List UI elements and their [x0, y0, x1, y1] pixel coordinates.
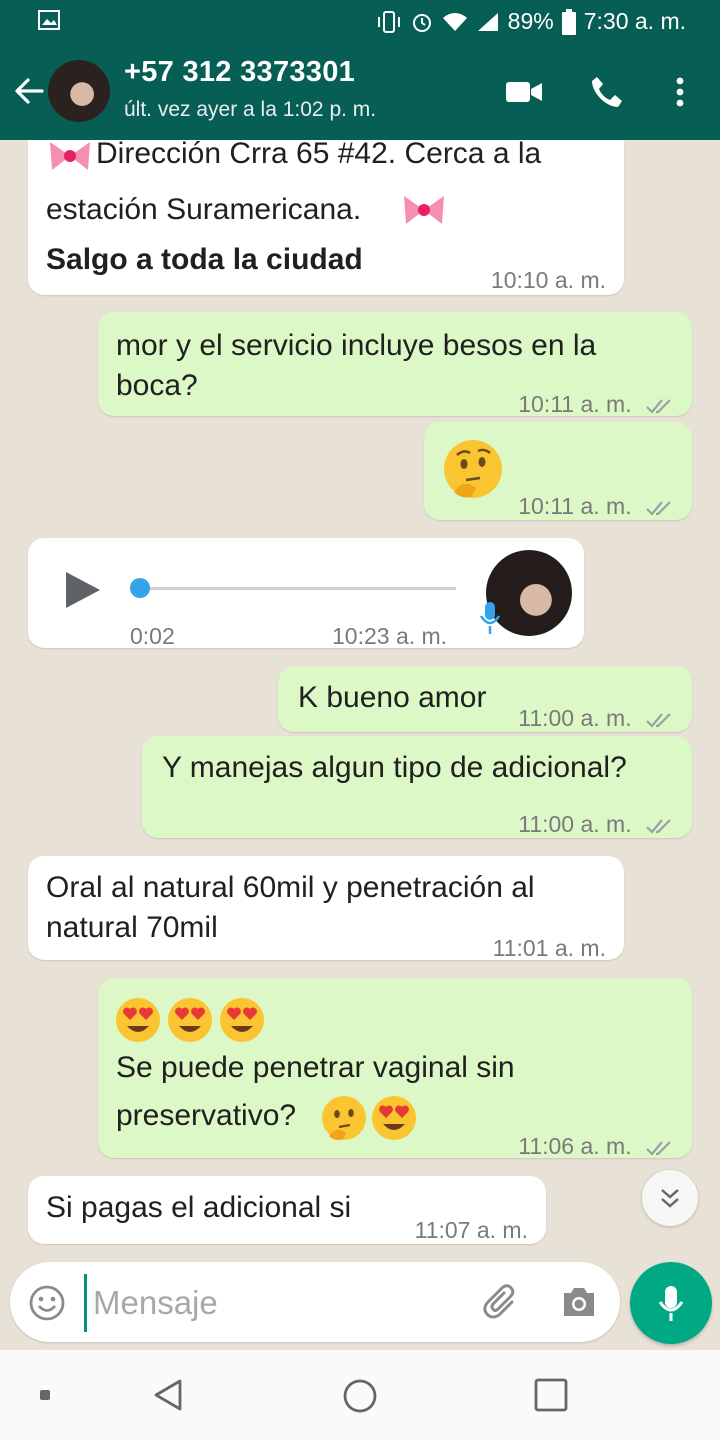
back-arrow-icon[interactable]	[12, 74, 46, 108]
voice-duration: 0:02	[130, 623, 175, 649]
message-text: Se puede penetrar vaginal sin	[116, 1051, 515, 1084]
play-icon[interactable]	[64, 570, 102, 610]
navigation-bar	[0, 1350, 720, 1440]
home-icon[interactable]	[342, 1378, 378, 1414]
battery-percent: 89%	[507, 8, 554, 34]
emoji-row	[114, 996, 266, 1044]
last-seen: últ. vez ayer a la 1:02 p. m.	[124, 98, 377, 121]
message-bubble-incoming[interactable]: Oral al natural 60mil y penetración al n…	[28, 856, 624, 961]
signal-icon	[477, 12, 498, 31]
message-time: 10:11 a. m.	[518, 391, 632, 417]
message-text: Oral al natural 60mil y penetración al	[46, 871, 535, 904]
message-time: 10:10 a. m.	[490, 267, 606, 293]
message-text: Y manejas algun tipo de adicional?	[162, 751, 627, 784]
double-chevron-down-icon	[661, 1189, 679, 1208]
message-text: K bueno amor	[298, 681, 487, 714]
message-bubble-outgoing[interactable]: K bueno amor 11:00 a. m.	[278, 666, 692, 732]
top-bar: 89% 7:30 a. m. +57 312 3373301 últ. vez …	[0, 0, 720, 140]
message-text: Salgo a toda la ciudad	[46, 243, 363, 276]
voice-note-bubble[interactable]: 0:02 10:23 a. m.	[28, 538, 584, 649]
audio-progress-track[interactable]	[138, 587, 456, 590]
attach-icon[interactable]	[482, 1282, 522, 1322]
video-call-icon[interactable]	[504, 72, 544, 112]
message-text: natural 70mil	[46, 911, 218, 944]
chat-header: +57 312 3373301 últ. vez ayer a la 1:02 …	[0, 44, 720, 140]
recents-icon[interactable]	[534, 1378, 568, 1412]
contact-name[interactable]: +57 312 3373301	[124, 56, 355, 89]
mic-icon	[480, 602, 500, 634]
avatar[interactable]	[48, 60, 110, 122]
message-time: 11:00 a. m.	[518, 705, 632, 731]
thinking-face-icon	[322, 1096, 366, 1140]
message-time: 11:06 a. m.	[518, 1133, 632, 1159]
message-text: Dirección Crra 65 #42. Cerca a la	[96, 140, 542, 170]
double-check-icon	[646, 1141, 671, 1156]
alarm-icon	[412, 13, 431, 32]
message-text: estación Suramericana.	[46, 193, 362, 226]
message-text: mor y el servicio incluye besos en la	[116, 329, 597, 362]
double-check-icon	[646, 819, 671, 834]
status-bar: 89% 7:30 a. m.	[0, 0, 720, 44]
status-icons: 89% 7:30 a. m.	[376, 8, 686, 35]
nav-dot-icon[interactable]	[40, 1390, 50, 1400]
message-time-wrap: 10:11 a. m.	[518, 382, 676, 426]
image-icon	[38, 10, 60, 30]
message-time-wrap: 11:06 a. m.	[518, 1124, 676, 1168]
message-input-bar	[10, 1262, 620, 1342]
message-time-wrap: 11:00 a. m.	[518, 696, 676, 740]
battery-icon	[561, 8, 576, 35]
emoji-icon[interactable]	[28, 1284, 66, 1322]
heart-eyes-icon	[372, 1096, 416, 1140]
message-time-wrap: 11:00 a. m.	[518, 802, 676, 846]
chat-area[interactable]: Dirección Crra 65 #42. Cerca a la estaci…	[0, 140, 720, 1266]
message-bubble-outgoing[interactable]: Se puede penetrar vaginal sin preservati…	[98, 978, 692, 1159]
message-bubble-outgoing[interactable]: 10:11 a. m.	[424, 422, 692, 520]
mic-icon	[658, 1286, 684, 1321]
vibrate-icon	[377, 10, 400, 33]
message-time-wrap: 10:11 a. m.	[518, 484, 676, 528]
double-check-icon	[646, 501, 671, 516]
camera-icon[interactable]	[560, 1284, 598, 1320]
message-time: 11:01 a. m.	[492, 935, 606, 961]
scroll-to-bottom-button[interactable]	[642, 1170, 698, 1226]
heart-eyes-icon	[220, 998, 264, 1042]
message-text: Si pagas el adicional si	[46, 1191, 352, 1224]
thinking-face-icon	[444, 440, 502, 498]
voice-record-button[interactable]	[630, 1262, 712, 1344]
audio-progress-handle[interactable]	[130, 578, 150, 598]
message-bubble-incoming[interactable]: Dirección Crra 65 #42. Cerca a la estaci…	[28, 140, 624, 295]
message-bubble-outgoing[interactable]: Y manejas algun tipo de adicional? 11:00…	[142, 736, 692, 838]
back-icon[interactable]	[152, 1378, 184, 1412]
heart-eyes-icon	[116, 998, 160, 1042]
message-time: 10:11 a. m.	[518, 493, 632, 519]
double-check-icon	[646, 713, 671, 728]
message-text: boca?	[116, 369, 198, 402]
double-check-icon	[646, 399, 671, 414]
more-vert-icon[interactable]	[668, 72, 692, 112]
wifi-icon	[442, 12, 467, 31]
message-bubble-incoming[interactable]: Si pagas el adicional si 11:07 a. m.	[28, 1176, 546, 1244]
ribbon-icon	[50, 142, 90, 170]
message-text: preservativo?	[116, 1099, 297, 1132]
message-bubble-outgoing[interactable]: mor y el servicio incluye besos en la bo…	[98, 312, 692, 417]
phone-icon[interactable]	[588, 72, 624, 112]
clock: 7:30 a. m.	[583, 8, 686, 34]
heart-eyes-icon	[168, 998, 212, 1042]
message-time: 11:00 a. m.	[518, 811, 632, 837]
message-input[interactable]	[84, 1274, 475, 1332]
message-time: 11:07 a. m.	[414, 1217, 528, 1243]
ribbon-icon	[404, 196, 444, 224]
message-time: 10:23 a. m.	[332, 623, 448, 649]
